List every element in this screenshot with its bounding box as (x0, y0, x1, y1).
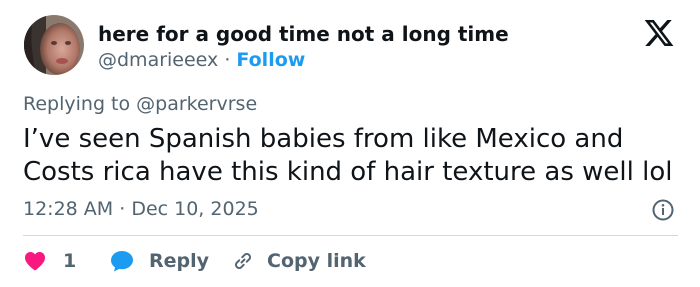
tweet-date: Dec 10, 2025 (131, 198, 259, 220)
author-handle-row: @dmarieeex · Follow (98, 48, 305, 72)
reply-label: Reply (149, 250, 210, 272)
link-icon (235, 253, 251, 269)
speech-bubble-icon (111, 251, 133, 272)
x-logo-icon[interactable] (643, 17, 675, 49)
avatar-image (24, 15, 84, 75)
replying-to[interactable]: Replying to @parkervrse (23, 92, 257, 116)
heart-icon (25, 252, 45, 271)
info-icon[interactable] (651, 198, 675, 222)
follow-button[interactable]: Follow (236, 49, 305, 71)
copy-link-button[interactable]: Copy link (231, 247, 366, 275)
handle-separator: · (224, 49, 231, 71)
copy-link-label: Copy link (267, 250, 366, 272)
avatar[interactable] (24, 15, 84, 75)
timestamp[interactable]: 12:28 AM · Dec 10, 2025 (23, 197, 259, 221)
like-button[interactable]: 1 (23, 247, 76, 275)
author-handle[interactable]: @dmarieeex (98, 49, 218, 71)
author-display-name[interactable]: here for a good time not a long time (98, 21, 509, 47)
divider (23, 235, 678, 236)
reply-button[interactable]: Reply (109, 247, 209, 275)
tweet-time: 12:28 AM (23, 198, 114, 220)
tweet-text: I’ve seen Spanish babies from like Mexic… (23, 124, 673, 187)
timestamp-separator: · (119, 198, 126, 220)
like-count: 1 (63, 250, 77, 272)
